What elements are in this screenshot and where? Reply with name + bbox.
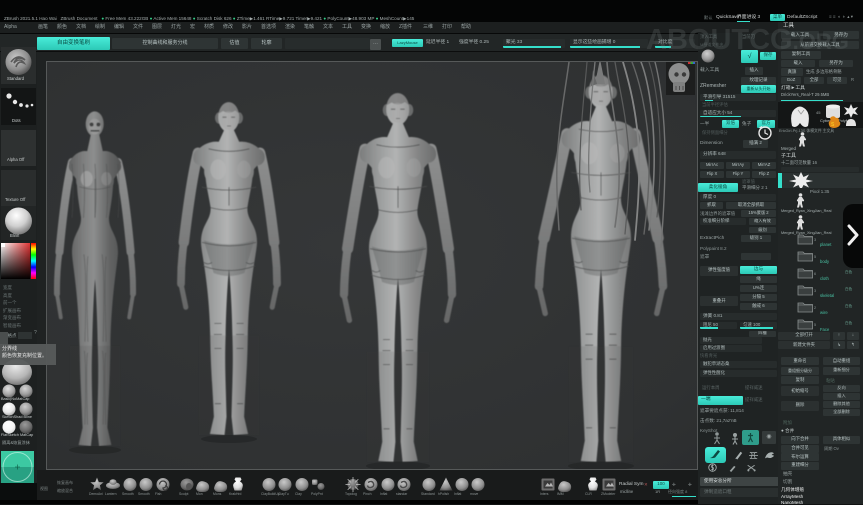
svg-text:45: 45	[816, 110, 821, 115]
